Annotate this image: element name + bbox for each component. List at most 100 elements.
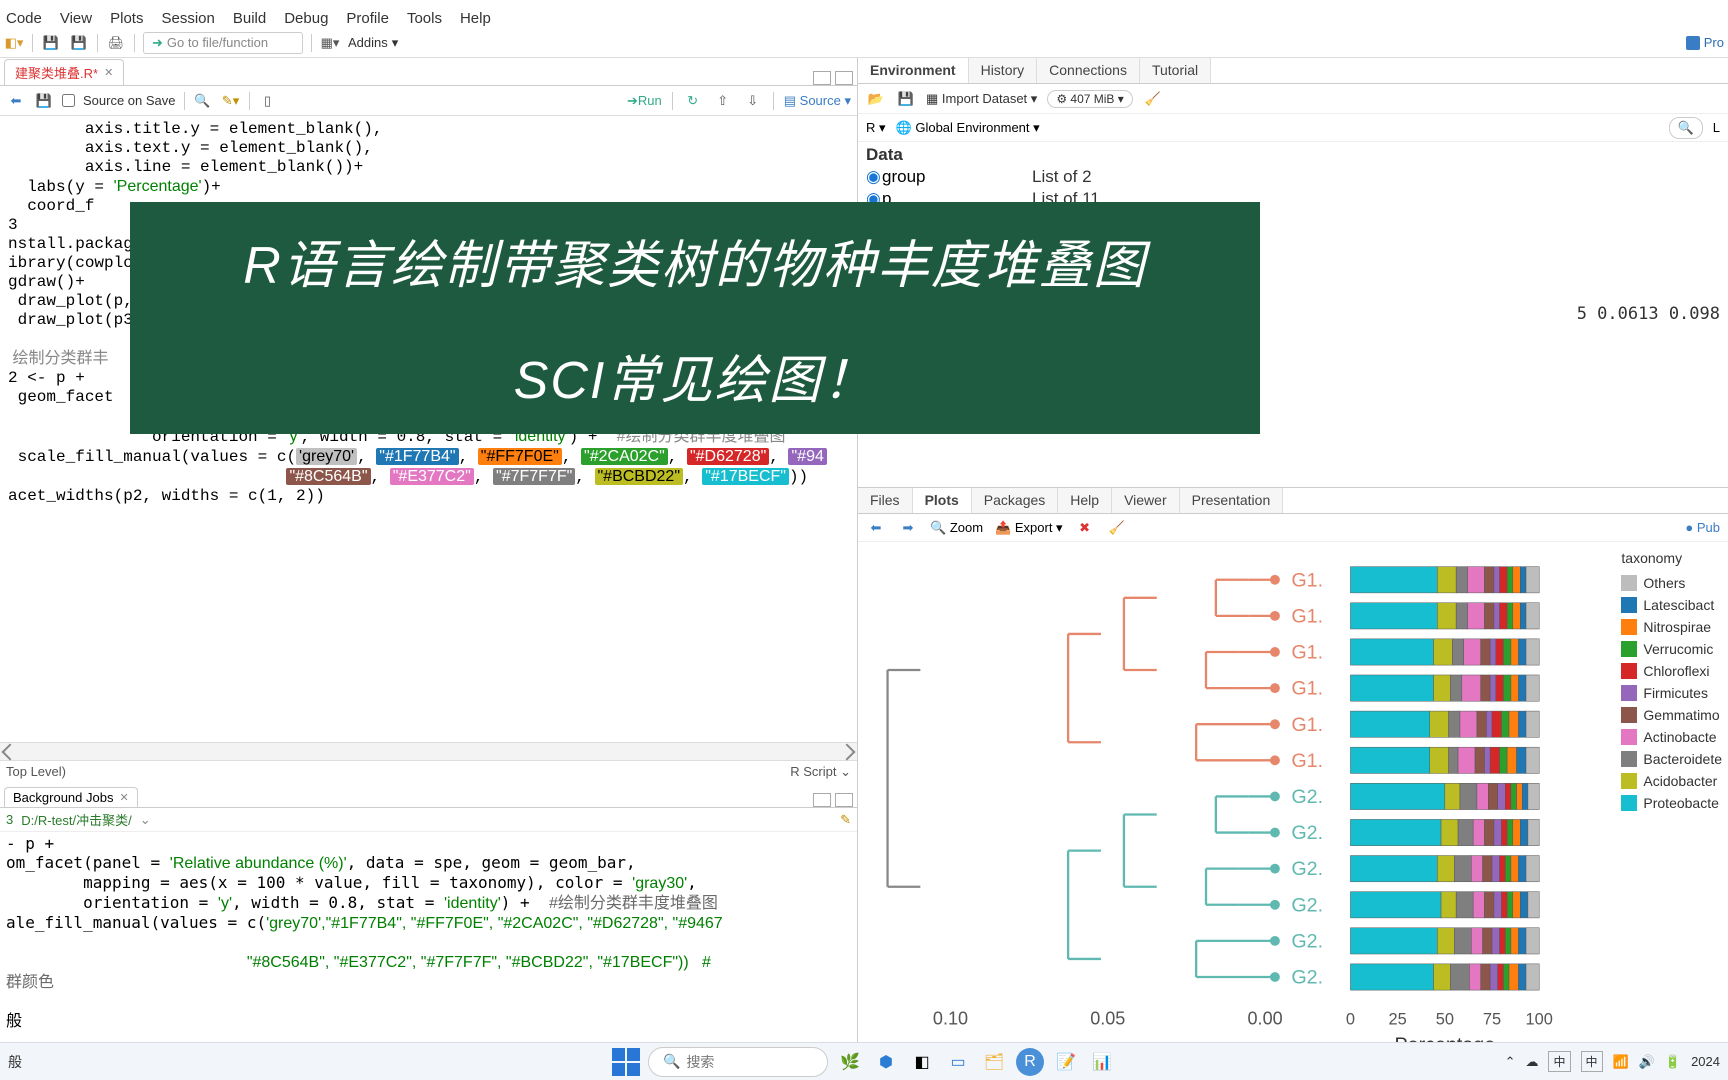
save-icon[interactable]: 💾	[896, 89, 916, 109]
ime-lang-2[interactable]: 中	[1581, 1051, 1603, 1072]
file-explorer-icon[interactable]: 🗂	[980, 1048, 1008, 1076]
svg-text:G2.: G2.	[1291, 786, 1323, 808]
rerun-icon[interactable]: ↻	[683, 91, 703, 111]
tab-tutorial[interactable]: Tutorial	[1140, 58, 1211, 83]
rstudio-icon[interactable]: R	[1016, 1048, 1044, 1076]
job-path: D:/R-test/冲击聚类/	[21, 810, 132, 829]
svg-text:G1.: G1.	[1291, 569, 1323, 591]
down-icon[interactable]: ⇩	[743, 91, 763, 111]
svg-text:G2.: G2.	[1291, 930, 1323, 952]
tab-connections[interactable]: Connections	[1037, 58, 1140, 83]
search-env-input[interactable]: 🔍	[1669, 117, 1703, 139]
expand-icon[interactable]: ◉	[866, 166, 882, 188]
grid-icon[interactable]: ▦▾	[320, 33, 340, 53]
menu-view[interactable]: View	[60, 10, 92, 27]
close-icon[interactable]: ✕	[104, 66, 113, 79]
global-env-button[interactable]: 🌐 Global Environment ▾	[896, 120, 1040, 136]
clear-plots-icon[interactable]: 🧹	[1107, 518, 1127, 538]
prev-plot-icon[interactable]: ⬅	[866, 518, 886, 538]
outline-icon[interactable]: ▯	[258, 91, 278, 111]
tab-presentation[interactable]: Presentation	[1180, 488, 1284, 513]
menu-session[interactable]: Session	[161, 10, 214, 27]
svg-text:G2.: G2.	[1291, 822, 1323, 844]
r-scope-button[interactable]: R ▾	[866, 120, 886, 136]
taskbar-app-icon[interactable]: 🌿	[836, 1048, 864, 1076]
console-output[interactable]: - p + om_facet(panel = 'Relative abundan…	[0, 832, 857, 1042]
import-dataset-button[interactable]: ▦ Import Dataset ▾	[926, 91, 1037, 107]
tab-history[interactable]: History	[969, 58, 1038, 83]
notepad-icon[interactable]: 📝	[1052, 1048, 1080, 1076]
source-on-save-label: Source on Save	[83, 93, 176, 108]
minimize-pane-icon[interactable]	[813, 793, 831, 807]
export-button[interactable]: 📤 Export ▾	[995, 520, 1063, 536]
battery-icon[interactable]: 🔋	[1665, 1054, 1681, 1070]
project-indicator[interactable]: Pro	[1686, 35, 1724, 50]
tab-files[interactable]: Files	[858, 488, 913, 513]
background-jobs-tab[interactable]: Background Jobs✕	[4, 787, 138, 807]
job-id: 3	[6, 812, 13, 827]
excel-icon[interactable]: 📊	[1088, 1048, 1116, 1076]
tray-chevron-icon[interactable]: ⌃	[1505, 1054, 1516, 1070]
maximize-pane-icon[interactable]	[835, 793, 853, 807]
tab-packages[interactable]: Packages	[972, 488, 1058, 513]
svg-text:G1.: G1.	[1291, 642, 1323, 664]
find-icon[interactable]: 🔍	[193, 91, 213, 111]
ime-status: 般	[8, 1052, 22, 1072]
tab-viewer[interactable]: Viewer	[1112, 488, 1180, 513]
scope-indicator[interactable]: Top Level)	[6, 764, 66, 779]
tab-help[interactable]: Help	[1058, 488, 1112, 513]
publish-button[interactable]: ● Pub	[1685, 520, 1720, 535]
file-type-indicator[interactable]: R Script ⌄	[790, 764, 851, 780]
zoom-button[interactable]: 🔍 Zoom	[930, 520, 983, 536]
broom-icon[interactable]: 🧹	[1143, 89, 1163, 109]
ime-lang-1[interactable]: 中	[1548, 1051, 1570, 1072]
horizontal-scrollbar[interactable]	[0, 742, 857, 760]
list-view-button[interactable]: L	[1713, 120, 1720, 135]
taskbar-app-icon[interactable]: ◧	[908, 1048, 936, 1076]
save-icon[interactable]: 💾	[34, 91, 54, 111]
menu-code[interactable]: Code	[6, 10, 42, 27]
taskbar-app-icon[interactable]: ▭	[944, 1048, 972, 1076]
back-icon[interactable]: ⬅	[6, 91, 26, 111]
wand-icon[interactable]: ✎	[840, 812, 851, 828]
remove-plot-icon[interactable]: ✖	[1075, 518, 1095, 538]
tab-environment[interactable]: Environment	[858, 58, 969, 83]
maximize-pane-icon[interactable]	[835, 71, 853, 85]
goto-file-input[interactable]: ➜Go to file/function	[143, 32, 303, 54]
env-row[interactable]: ◉groupList of 2	[866, 166, 1720, 188]
up-icon[interactable]: ⇧	[713, 91, 733, 111]
wifi-icon[interactable]: 📶	[1613, 1054, 1629, 1070]
memory-usage[interactable]: ⚙ 407 MiB ▾	[1047, 90, 1132, 108]
next-plot-icon[interactable]: ➡	[898, 518, 918, 538]
menu-profile[interactable]: Profile	[346, 10, 389, 27]
wand-icon[interactable]: ✎▾	[221, 91, 241, 111]
menu-help[interactable]: Help	[460, 10, 491, 27]
svg-text:100: 100	[1526, 1011, 1553, 1029]
source-on-save-checkbox[interactable]	[62, 94, 75, 107]
menu-tools[interactable]: Tools	[407, 10, 442, 27]
save-icon[interactable]: 💾	[41, 33, 61, 53]
minimize-pane-icon[interactable]	[813, 71, 831, 85]
source-button[interactable]: ▤ Source ▾	[784, 93, 851, 109]
taskbar-app-icon[interactable]: ⬢	[872, 1048, 900, 1076]
tab-plots[interactable]: Plots	[913, 488, 972, 513]
clock[interactable]: 2024	[1691, 1054, 1720, 1069]
legend-item: Proteobacte	[1621, 792, 1722, 814]
title-banner: R语言绘制带聚类树的物种丰度堆叠图 SCI常见绘图！	[130, 202, 1260, 434]
load-icon[interactable]: 📂	[866, 89, 886, 109]
new-file-icon[interactable]: ◧▾	[4, 33, 24, 53]
menu-debug[interactable]: Debug	[284, 10, 328, 27]
menu-build[interactable]: Build	[233, 10, 266, 27]
save-all-icon[interactable]: 💾	[69, 33, 89, 53]
start-button[interactable]	[612, 1048, 640, 1076]
onedrive-icon[interactable]: ☁	[1525, 1054, 1538, 1070]
menu-plots[interactable]: Plots	[110, 10, 143, 27]
print-icon[interactable]: 🖨	[106, 33, 126, 53]
addins-menu[interactable]: Addins ▾	[348, 35, 398, 51]
source-tab[interactable]: 建聚类堆叠.R* ✕	[4, 59, 124, 85]
volume-icon[interactable]: 🔊	[1639, 1054, 1655, 1070]
taskbar-search[interactable]: 🔍 搜索	[648, 1047, 828, 1077]
run-button[interactable]: ➔Run	[627, 93, 662, 109]
legend-item: Verrucomic	[1621, 638, 1722, 660]
close-icon[interactable]: ✕	[119, 791, 128, 804]
